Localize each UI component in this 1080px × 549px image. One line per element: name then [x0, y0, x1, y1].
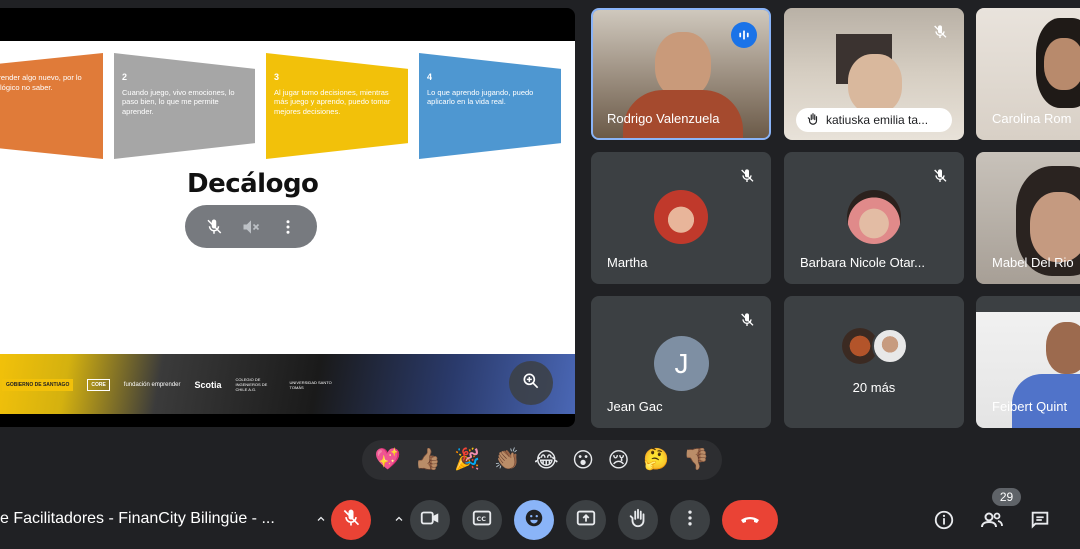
participant-tile-katiuska[interactable]: katiuska emilia ta...: [784, 8, 964, 140]
more-options-button[interactable]: [670, 500, 710, 540]
raise-hand-icon: [627, 507, 649, 534]
info-icon[interactable]: [930, 506, 958, 534]
logo-scotia: Scotia: [194, 379, 222, 390]
decalogo-step-4: 4 Lo que aprendo jugando, puedo aplicarl…: [419, 53, 561, 159]
meeting-title: e Facilitadores - FinanCity Bilingüe - .…: [0, 510, 275, 527]
participant-name: Rodrigo Valenzuela: [607, 111, 720, 126]
mic-off-icon: [735, 164, 759, 188]
volume-off-icon[interactable]: [240, 216, 262, 238]
step-4-number: 4: [427, 72, 433, 82]
reaction-thumbs-up[interactable]: 👍🏽: [415, 448, 441, 472]
step-3-text: Al jugar tomo decisiones, mientras más j…: [274, 87, 391, 116]
mic-off-icon: [735, 308, 759, 332]
meet-window: aprender algo nuevo, por lo lógico no sa…: [0, 0, 1080, 549]
participant-tile-barbara[interactable]: Barbara Nicole Otar...: [784, 152, 964, 284]
overflow-participants-tile[interactable]: 20 más: [784, 296, 964, 428]
avatar: [872, 328, 908, 364]
more-vert-icon: [680, 508, 700, 533]
chat-icon[interactable]: [1026, 506, 1054, 534]
microphone-toggle-button[interactable]: [331, 500, 371, 540]
reaction-clapping[interactable]: 👏🏽: [494, 448, 520, 472]
closed-captions-icon: CC: [471, 507, 493, 534]
participant-tile-mabel[interactable]: Mabel Del Rio: [976, 152, 1080, 284]
logo-colegio-ingenieros: COLEGIO DE INGENIEROS DE CHILE A.G.: [235, 377, 268, 392]
participant-tile-rodrigo[interactable]: Rodrigo Valenzuela: [591, 8, 771, 140]
participant-name: Martha: [607, 255, 648, 270]
person-silhouette: [848, 54, 902, 114]
person-face: [1044, 38, 1080, 90]
reaction-thumbs-down[interactable]: 👎🏽: [683, 448, 709, 472]
participant-name: Jean Gac: [607, 399, 663, 414]
participant-tile-carolina[interactable]: Carolina Rom: [976, 8, 1080, 140]
participant-name: katiuska emilia ta...: [826, 113, 929, 127]
reaction-surprised[interactable]: 😮: [572, 448, 594, 473]
overflow-count: 20 más: [852, 380, 896, 395]
step-2-number: 2: [122, 72, 128, 82]
people-icon[interactable]: [978, 506, 1006, 534]
raise-hand-button[interactable]: [618, 500, 658, 540]
participant-tile-feibert[interactable]: Feibert Quint: [976, 296, 1080, 428]
logo-universidad: UNIVERSIDAD SANTO TOMÁS: [289, 379, 332, 390]
reaction-party-popper[interactable]: 🎉: [454, 448, 480, 472]
logo-fundacion: fundación emprender: [123, 381, 181, 388]
participant-name: Feibert Quint: [992, 399, 1068, 414]
shared-presentation[interactable]: aprender algo nuevo, por lo lógico no sa…: [0, 8, 575, 427]
reaction-sad[interactable]: 😢: [608, 448, 630, 473]
decalogo-step-2: 2 Cuando juego, vivo emociones, lo paso …: [114, 53, 255, 159]
present-screen-icon: [575, 507, 597, 534]
step-3-number: 3: [274, 72, 280, 82]
step-2-text: Cuando juego, vivo emociones, lo paso bi…: [122, 87, 235, 116]
decalogo-step-3: 3 Al jugar tomo decisiones, mientras más…: [266, 53, 408, 159]
presentation-hover-controls: [185, 205, 317, 248]
speaking-indicator-icon: [731, 22, 757, 48]
participant-name: Mabel Del Rio: [992, 255, 1074, 270]
chevron-up-icon[interactable]: [392, 512, 406, 526]
emoji-reactions-button[interactable]: [514, 500, 554, 540]
present-screen-button[interactable]: [566, 500, 606, 540]
mic-off-icon: [928, 20, 952, 44]
logo-core: CORE: [87, 378, 110, 391]
participant-tile-jean[interactable]: J Jean Gac: [591, 296, 771, 428]
mic-off-icon[interactable]: [203, 216, 225, 238]
participant-tile-martha[interactable]: Martha: [591, 152, 771, 284]
reactions-bar: 💖 👍🏽 🎉 👏🏽 😂 😮 😢 🤔 👎🏽: [362, 440, 722, 480]
raise-hand-icon: [806, 112, 820, 129]
hand-raised-pill: katiuska emilia ta...: [796, 108, 952, 132]
call-end-icon: [738, 506, 762, 535]
zoom-in-icon: [521, 371, 541, 396]
participant-count-badge: 29: [992, 488, 1021, 506]
person-face: [1046, 322, 1080, 374]
chevron-up-icon[interactable]: [314, 512, 328, 526]
mic-off-icon: [341, 508, 361, 533]
reaction-sparkling-heart[interactable]: 💖: [375, 448, 401, 472]
zoom-in-button[interactable]: [509, 361, 553, 405]
svg-text:CC: CC: [477, 514, 487, 522]
videocam-icon: [419, 507, 441, 534]
step-4-text: Lo que aprendo jugando, puedo aplicarlo …: [427, 87, 534, 107]
step-1-text: aprender algo nuevo, por lo lógico no sa…: [0, 73, 82, 92]
leave-call-button[interactable]: [722, 500, 778, 540]
person-face: [1030, 192, 1080, 262]
decalogo-step-1: aprender algo nuevo, por lo lógico no sa…: [0, 53, 103, 159]
sponsor-logos: GOBIERNO DE SANTIAGO CORE fundación empr…: [2, 377, 334, 392]
participant-name: Barbara Nicole Otar...: [800, 255, 925, 270]
emoji-icon: [523, 507, 545, 534]
more-vert-icon[interactable]: [277, 216, 299, 238]
logo-gobierno-santiago: GOBIERNO DE SANTIAGO: [2, 378, 74, 391]
avatar: [654, 190, 708, 244]
participant-name: Carolina Rom: [992, 111, 1072, 126]
person-silhouette: [655, 32, 711, 98]
mic-off-icon: [928, 164, 952, 188]
camera-toggle-button[interactable]: [410, 500, 450, 540]
avatar: J: [654, 336, 709, 391]
slide-title: Decálogo: [187, 169, 319, 199]
slide-footer: GOBIERNO DE SANTIAGO CORE fundación empr…: [0, 354, 575, 414]
reaction-laughing[interactable]: 😂: [534, 448, 559, 473]
avatar: [847, 190, 901, 244]
reaction-thinking[interactable]: 🤔: [643, 448, 669, 472]
captions-button[interactable]: CC: [462, 500, 502, 540]
